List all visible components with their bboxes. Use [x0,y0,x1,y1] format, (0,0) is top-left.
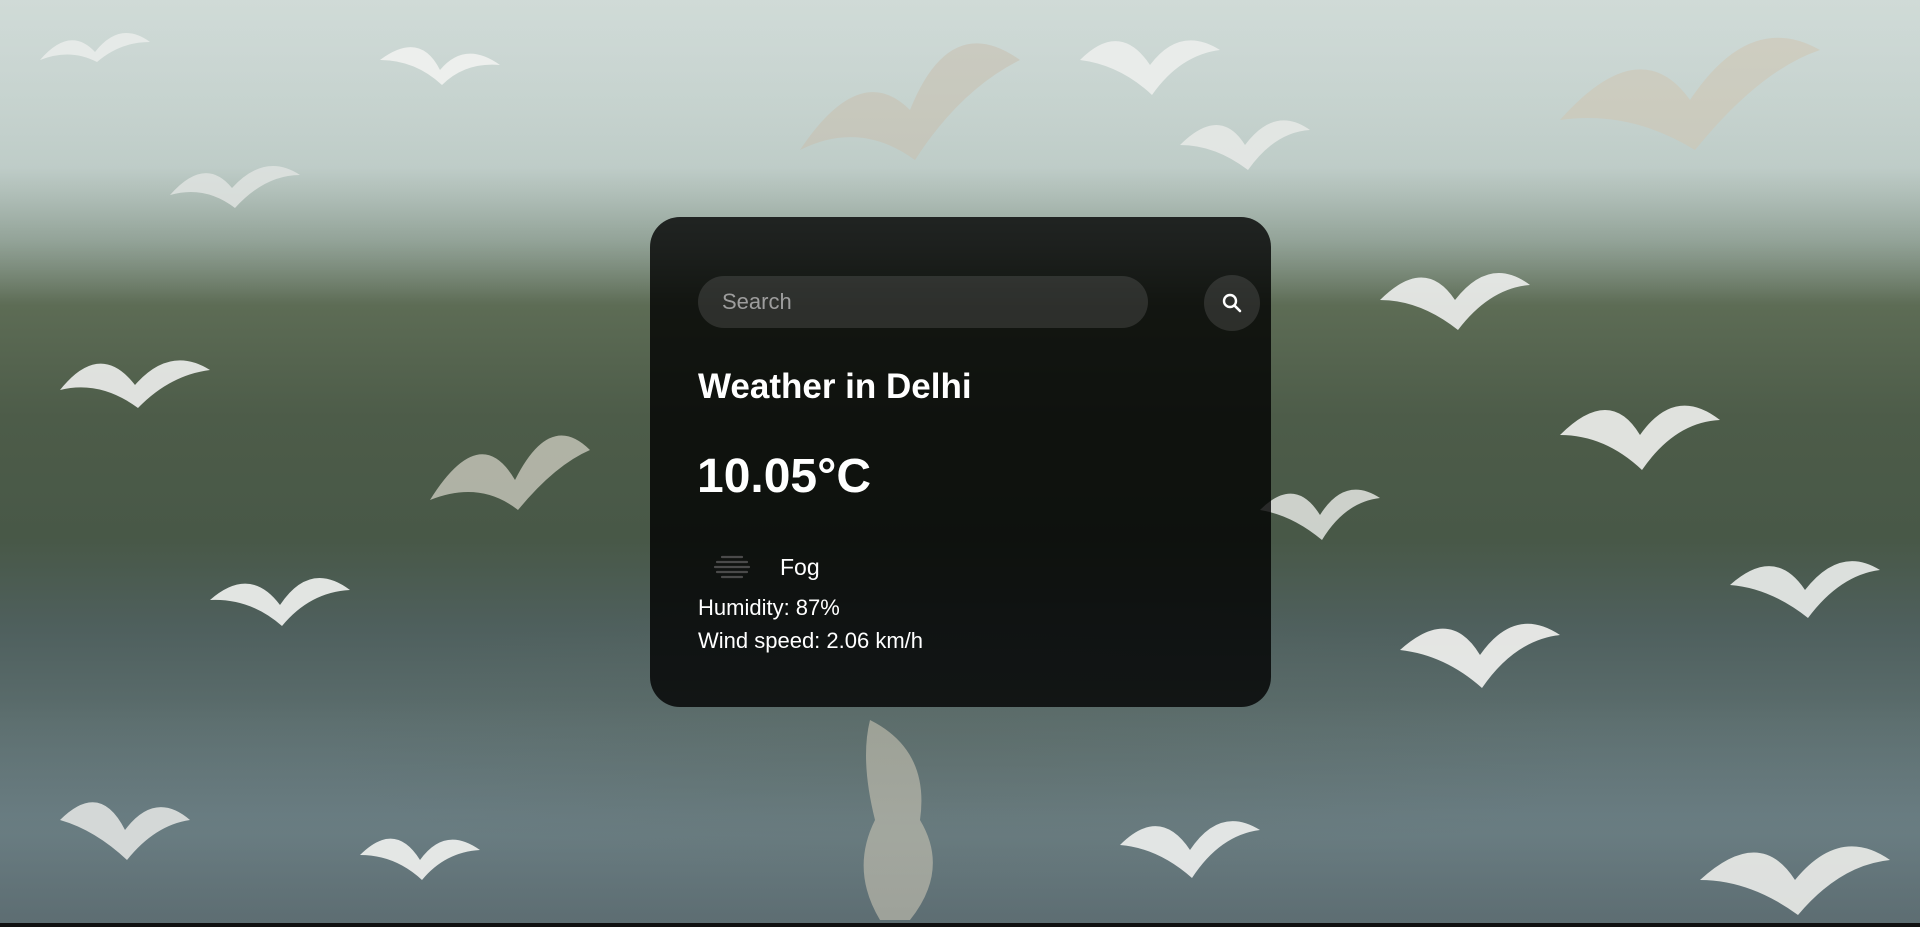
search-input[interactable] [698,276,1148,328]
bird-silhouette [360,838,480,880]
weather-title: Weather in Delhi [698,367,972,406]
fog-icon [708,547,756,587]
temperature-value: 10.05°C [697,450,871,503]
condition-label: Fog [780,553,820,580]
weather-app-page: Weather in Delhi 10.05°C Fog Humidity: 8… [0,0,1920,927]
bird-silhouette [1560,37,1820,150]
bird-silhouette [1120,821,1260,878]
weather-condition: Fog [708,547,820,587]
bird-silhouette [1380,273,1530,330]
bird-silhouette [1400,623,1560,688]
bird-silhouette [863,720,933,920]
search-button[interactable] [1204,275,1260,331]
wind-speed-label: Wind speed: 2.06 km/h [698,628,924,653]
bird-silhouette [210,578,350,626]
bird-silhouette [1180,120,1310,170]
bird-silhouette [40,33,150,62]
search-bar [698,275,1263,331]
background-water [0,700,1920,927]
bird-silhouette [1700,846,1890,915]
humidity-label: Humidity: 87% [698,595,840,620]
bottom-edge [0,923,1920,927]
bird-silhouette [60,802,190,860]
bird-silhouette [430,435,590,510]
weather-card: Weather in Delhi 10.05°C Fog Humidity: 8… [650,217,1271,707]
bird-silhouette [1730,561,1880,618]
bird-silhouette [380,47,500,85]
bird-silhouette [1080,40,1220,95]
search-icon [1222,293,1242,313]
bird-silhouette [1560,405,1720,470]
bird-silhouette [170,166,300,208]
bird-silhouette [800,43,1020,160]
bird-silhouette [1260,489,1380,540]
bird-silhouette [60,360,210,408]
